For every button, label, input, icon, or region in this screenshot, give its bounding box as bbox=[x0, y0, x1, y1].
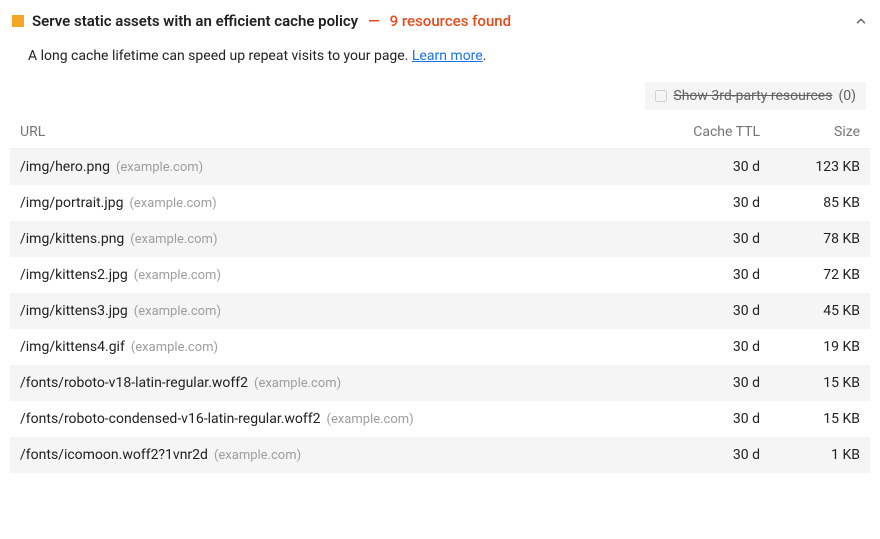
cell-size: 85 KB bbox=[770, 185, 870, 221]
audit-description: A long cache lifetime can speed up repea… bbox=[10, 48, 870, 78]
audit-summary: 9 resources found bbox=[390, 12, 511, 30]
table-row: /img/kittens3.jpg(example.com)30 d45 KB bbox=[10, 293, 870, 329]
cell-size: 1 KB bbox=[770, 437, 870, 473]
audit-panel: Serve static assets with an efficient ca… bbox=[0, 0, 880, 483]
table-row: /fonts/roboto-v18-latin-regular.woff2(ex… bbox=[10, 365, 870, 401]
cell-ttl: 30 d bbox=[650, 437, 770, 473]
cell-url: /img/kittens4.gif(example.com) bbox=[10, 329, 650, 365]
chevron-up-icon[interactable] bbox=[854, 14, 868, 28]
cell-ttl: 30 d bbox=[650, 149, 770, 186]
resource-path: /fonts/roboto-v18-latin-regular.woff2 bbox=[20, 375, 248, 391]
resource-path: /fonts/icomoon.woff2?1vnr2d bbox=[20, 447, 208, 463]
table-row: /img/kittens.png(example.com)30 d78 KB bbox=[10, 221, 870, 257]
audit-title: Serve static assets with an efficient ca… bbox=[32, 12, 358, 30]
table-row: /img/kittens4.gif(example.com)30 d19 KB bbox=[10, 329, 870, 365]
resource-domain: (example.com) bbox=[128, 268, 221, 283]
cell-size: 78 KB bbox=[770, 221, 870, 257]
resource-path: /img/kittens.png bbox=[20, 231, 124, 247]
table-row: /fonts/roboto-condensed-v16-latin-regula… bbox=[10, 401, 870, 437]
cell-url: /fonts/icomoon.woff2?1vnr2d(example.com) bbox=[10, 437, 650, 473]
resources-table: URL Cache TTL Size /img/hero.png(example… bbox=[10, 116, 870, 473]
col-header-size: Size bbox=[770, 116, 870, 149]
table-row: /img/hero.png(example.com)30 d123 KB bbox=[10, 149, 870, 186]
cell-ttl: 30 d bbox=[650, 221, 770, 257]
status-indicator-icon bbox=[12, 15, 24, 27]
cell-ttl: 30 d bbox=[650, 185, 770, 221]
separator-dash: — bbox=[366, 12, 382, 30]
cell-size: 15 KB bbox=[770, 365, 870, 401]
cell-url: /img/hero.png(example.com) bbox=[10, 149, 650, 186]
cell-ttl: 30 d bbox=[650, 329, 770, 365]
audit-header[interactable]: Serve static assets with an efficient ca… bbox=[10, 8, 870, 48]
resource-domain: (example.com) bbox=[124, 232, 217, 247]
resource-path: /img/portrait.jpg bbox=[20, 195, 123, 211]
resource-domain: (example.com) bbox=[321, 412, 414, 427]
table-row: /img/portrait.jpg(example.com)30 d85 KB bbox=[10, 185, 870, 221]
cell-size: 72 KB bbox=[770, 257, 870, 293]
third-party-label: Show 3rd-party resources bbox=[673, 88, 832, 104]
resource-domain: (example.com) bbox=[128, 304, 221, 319]
col-header-ttl: Cache TTL bbox=[650, 116, 770, 149]
resource-path: /img/hero.png bbox=[20, 159, 110, 175]
resource-domain: (example.com) bbox=[110, 160, 203, 175]
cell-url: /img/kittens3.jpg(example.com) bbox=[10, 293, 650, 329]
cell-ttl: 30 d bbox=[650, 257, 770, 293]
resource-domain: (example.com) bbox=[123, 196, 216, 211]
cell-url: /fonts/roboto-v18-latin-regular.woff2(ex… bbox=[10, 365, 650, 401]
cell-ttl: 30 d bbox=[650, 401, 770, 437]
cell-ttl: 30 d bbox=[650, 365, 770, 401]
cell-size: 19 KB bbox=[770, 329, 870, 365]
cell-url: /img/kittens.png(example.com) bbox=[10, 221, 650, 257]
table-header-row: URL Cache TTL Size bbox=[10, 116, 870, 149]
table-body: /img/hero.png(example.com)30 d123 KB/img… bbox=[10, 149, 870, 474]
resource-path: /img/kittens3.jpg bbox=[20, 303, 128, 319]
resource-domain: (example.com) bbox=[248, 376, 341, 391]
resource-path: /img/kittens4.gif bbox=[20, 339, 125, 355]
cell-size: 123 KB bbox=[770, 149, 870, 186]
resource-path: /img/kittens2.jpg bbox=[20, 267, 128, 283]
third-party-checkbox[interactable] bbox=[655, 90, 667, 102]
table-row: /fonts/icomoon.woff2?1vnr2d(example.com)… bbox=[10, 437, 870, 473]
resource-domain: (example.com) bbox=[208, 448, 301, 463]
resource-path: /fonts/roboto-condensed-v16-latin-regula… bbox=[20, 411, 321, 427]
col-header-url: URL bbox=[10, 116, 650, 149]
resource-domain: (example.com) bbox=[125, 340, 218, 355]
third-party-toggle[interactable]: Show 3rd-party resources (0) bbox=[645, 82, 866, 110]
cell-ttl: 30 d bbox=[650, 293, 770, 329]
table-row: /img/kittens2.jpg(example.com)30 d72 KB bbox=[10, 257, 870, 293]
cell-url: /fonts/roboto-condensed-v16-latin-regula… bbox=[10, 401, 650, 437]
third-party-toggle-wrap: Show 3rd-party resources (0) bbox=[10, 78, 870, 116]
description-suffix: . bbox=[483, 48, 487, 64]
cell-url: /img/portrait.jpg(example.com) bbox=[10, 185, 650, 221]
cell-size: 15 KB bbox=[770, 401, 870, 437]
third-party-count: (0) bbox=[838, 88, 856, 104]
learn-more-link[interactable]: Learn more bbox=[412, 48, 483, 64]
cell-url: /img/kittens2.jpg(example.com) bbox=[10, 257, 650, 293]
description-text: A long cache lifetime can speed up repea… bbox=[28, 48, 412, 64]
cell-size: 45 KB bbox=[770, 293, 870, 329]
